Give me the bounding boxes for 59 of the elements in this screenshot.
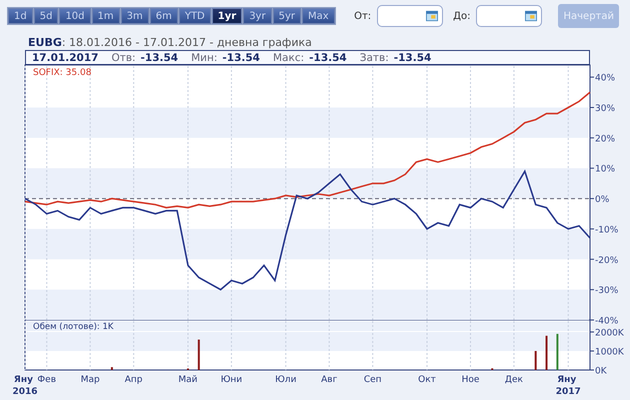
month-label: Апр [124, 375, 143, 385]
month-label: Юни [220, 375, 242, 385]
range-tab[interactable]: 10d [59, 8, 91, 24]
quote-label: Мин: [191, 52, 218, 64]
axis-label: 2000K [595, 328, 624, 338]
axis-label: 40% [595, 74, 616, 84]
axis-label: 1000K [595, 348, 624, 358]
range-tab[interactable]: 1yr [212, 8, 242, 24]
quote-value: -13.54 [140, 52, 178, 64]
axis-label: 0K [595, 366, 607, 376]
volume-bar [198, 340, 200, 370]
quote-label: Отв: [111, 52, 136, 64]
range-tab[interactable]: Max [302, 8, 335, 24]
date-label: От: [354, 10, 372, 22]
month-label: Дек [504, 375, 523, 385]
month-label: Яну 2016 [12, 375, 38, 397]
range-tab[interactable]: 5d [34, 8, 58, 24]
range-tab[interactable]: 1m [92, 8, 120, 24]
chart-title: EUBG: 18.01.2016 - 17.01.2017 - дневна графика [27, 35, 313, 50]
month-label: Мар [80, 375, 100, 385]
month-label: Яну 2017 [556, 375, 581, 397]
range-tab[interactable]: 5yr [272, 8, 301, 24]
range-tab[interactable]: YTD [178, 8, 211, 24]
axis-label: -40% [595, 316, 618, 326]
volume-bar [110, 367, 113, 370]
range-tab[interactable]: 6m [150, 8, 178, 24]
range-tab[interactable]: 1d [8, 8, 33, 24]
axis-label: 30% [595, 104, 616, 114]
calendar-icon[interactable] [426, 10, 438, 22]
volume-bar [534, 351, 537, 370]
quote-value: -13.54 [309, 52, 347, 64]
date-label: До: [453, 10, 470, 22]
axis-label: -10% [595, 225, 618, 236]
month-label: Май [178, 375, 198, 385]
date-field[interactable] [476, 5, 542, 27]
axis-label: -20% [595, 256, 618, 266]
date-field[interactable] [377, 5, 444, 27]
month-label: Окт [418, 375, 436, 385]
quote-label: Макс: [273, 52, 304, 64]
quote-label: Затв: [360, 52, 389, 64]
axis-label: 20% [595, 134, 616, 144]
axis-label: 0% [595, 195, 610, 206]
axis-label: -30% [595, 286, 618, 296]
quote-value: -13.54 [222, 52, 260, 64]
volume-label: Обем (лотове): 1K [33, 322, 114, 332]
range-tab[interactable]: 3yr [243, 8, 272, 24]
axis-label: 10% [595, 164, 616, 175]
month-label: Сеп [364, 375, 382, 385]
month-label: Ное [462, 375, 480, 385]
quote-value: -13.54 [394, 52, 432, 64]
quote-date: 17.01.2017 [32, 52, 98, 64]
calendar-icon[interactable] [525, 10, 538, 22]
month-label: Юли [275, 375, 296, 385]
volume-bar [556, 334, 558, 370]
month-label: Авг [321, 375, 338, 385]
month-label: Фев [37, 375, 56, 385]
range-tab[interactable]: 3m [120, 8, 149, 24]
legend-label: SOFIX: 35.08 [33, 68, 92, 78]
volume-bar [546, 336, 548, 370]
